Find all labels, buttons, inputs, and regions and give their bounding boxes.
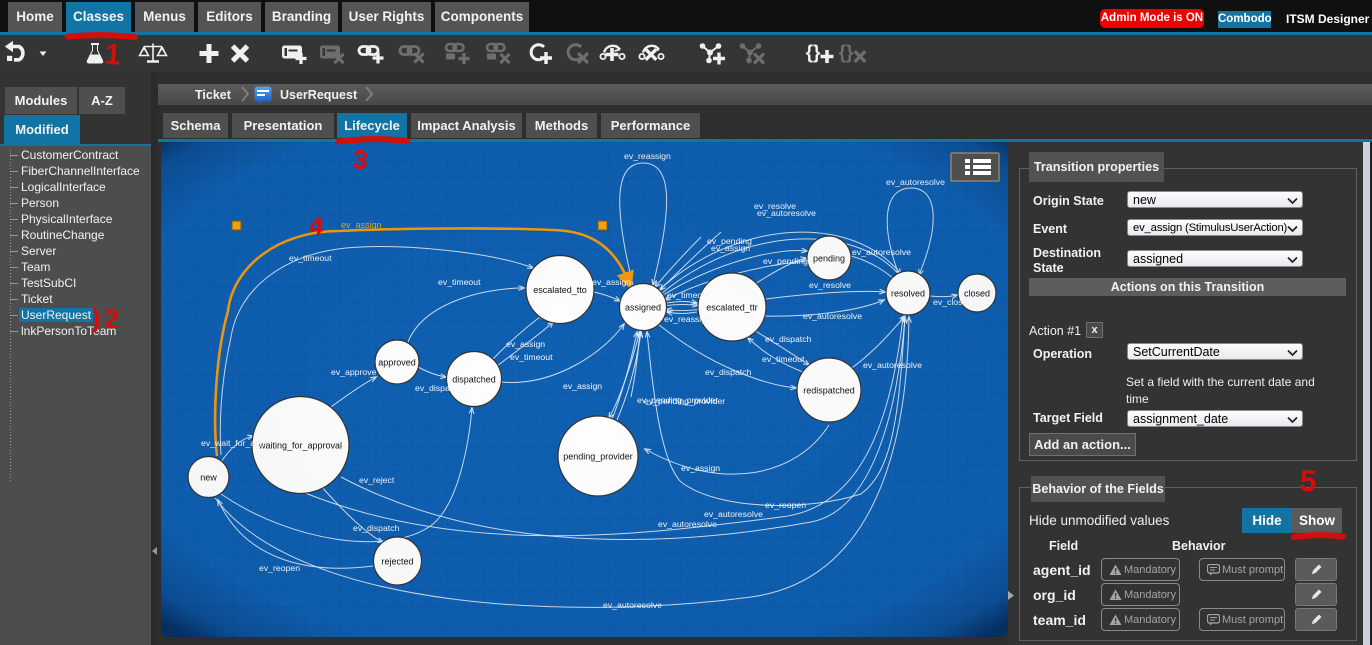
svg-text:4: 4 (308, 210, 325, 241)
svg-text:3: 3 (352, 144, 369, 175)
svg-text:2: 2 (104, 304, 119, 334)
svg-text:5: 5 (1299, 464, 1318, 498)
svg-text:): ) (92, 303, 101, 333)
svg-text:1: 1 (103, 38, 122, 71)
